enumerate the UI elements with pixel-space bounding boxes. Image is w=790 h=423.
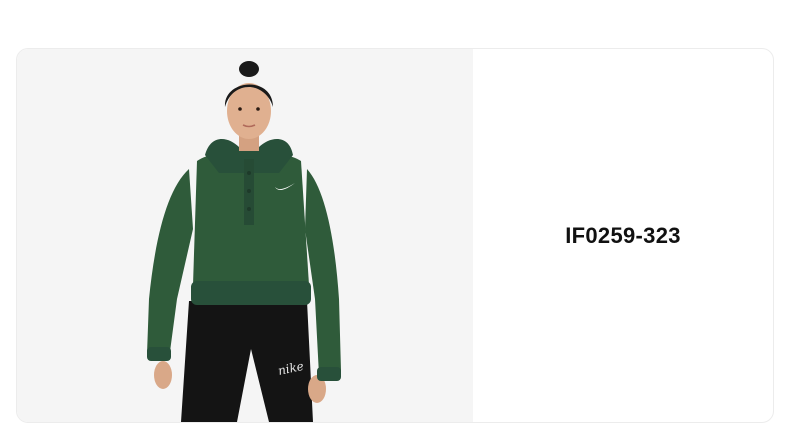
left-hand	[154, 361, 172, 389]
left-cuff	[147, 347, 171, 361]
right-sleeve	[305, 169, 341, 375]
product-sku: IF0259-323	[565, 222, 681, 248]
product-image[interactable]: nike	[17, 49, 473, 422]
model-photo-illustration: nike	[147, 61, 341, 422]
product-info-panel: IF0259-323	[473, 49, 773, 422]
hair-bun	[239, 61, 259, 77]
product-card[interactable]: nike IF0259-323	[16, 48, 774, 423]
left-sleeve	[147, 169, 193, 359]
hoodie-waistband	[191, 281, 311, 305]
right-cuff	[317, 367, 341, 381]
